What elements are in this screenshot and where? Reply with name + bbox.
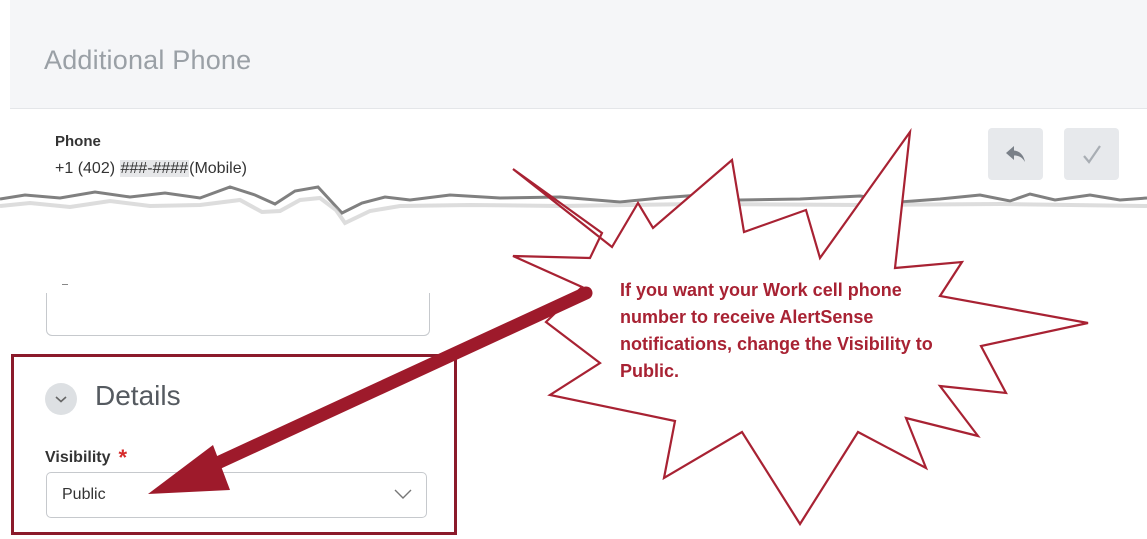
undo-button[interactable] bbox=[988, 128, 1043, 180]
visibility-label: Visibility * bbox=[45, 445, 127, 471]
callout-text: If you want your Work cell phone number … bbox=[620, 280, 933, 381]
field-label-dash bbox=[62, 284, 68, 285]
required-marker: * bbox=[118, 445, 128, 470]
phone-type: (Mobile) bbox=[189, 160, 247, 177]
phone-masked-number: ###-#### bbox=[119, 160, 190, 177]
details-toggle-button[interactable] bbox=[45, 383, 77, 415]
phone-value: +1 (402) ###-####(Mobile) bbox=[55, 160, 247, 178]
card-header: Additional Phone bbox=[10, 0, 1147, 109]
chevron-down-icon bbox=[55, 396, 67, 403]
undo-icon bbox=[1005, 146, 1025, 162]
chevron-down-icon bbox=[394, 489, 412, 499]
visibility-select[interactable]: Public bbox=[46, 472, 427, 518]
visibility-selected-value: Public bbox=[62, 486, 106, 503]
checkmark-icon bbox=[1082, 145, 1101, 164]
text-input-field[interactable] bbox=[46, 293, 430, 336]
confirm-button[interactable] bbox=[1064, 128, 1119, 180]
card-title: Additional Phone bbox=[44, 45, 252, 75]
details-title: Details bbox=[95, 380, 181, 411]
phone-label: Phone bbox=[55, 133, 101, 150]
phone-prefix: +1 (402) bbox=[55, 160, 116, 177]
visibility-label-text: Visibility bbox=[45, 449, 111, 466]
